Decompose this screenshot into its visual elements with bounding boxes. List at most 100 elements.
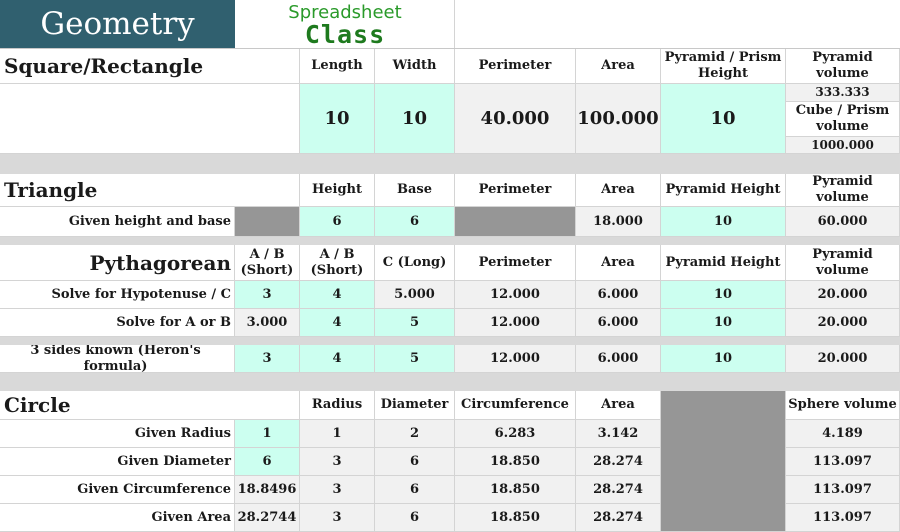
pyth-area-output: 6.000 bbox=[576, 309, 661, 337]
heron-c-input[interactable]: 5 bbox=[375, 345, 455, 373]
pyth-row-label: Solve for Hypotenuse / C bbox=[0, 281, 235, 309]
circle-diameter-output: 6 bbox=[375, 476, 455, 504]
circle-sphere-volume-output: 113.097 bbox=[786, 476, 900, 504]
pyth-a-output: 3.000 bbox=[235, 309, 300, 337]
circle-radius-output: 3 bbox=[300, 448, 375, 476]
square-label-cell bbox=[0, 84, 300, 154]
circle-area-output: 28.274 bbox=[576, 504, 661, 532]
circle-input[interactable]: 1 bbox=[235, 420, 300, 448]
pyth-b-input[interactable]: 4 bbox=[300, 309, 375, 337]
pyth-area-output: 6.000 bbox=[576, 281, 661, 309]
circle-radius-output: 3 bbox=[300, 504, 375, 532]
circle-area-output: 28.274 bbox=[576, 476, 661, 504]
triangle-area-output: 18.000 bbox=[576, 207, 661, 237]
heron-pyramid-volume-output: 20.000 bbox=[786, 345, 900, 373]
sheet-title: Geometry bbox=[0, 0, 235, 48]
separator-band bbox=[0, 373, 900, 391]
circle-circumference-output: 18.850 bbox=[455, 448, 576, 476]
circle-sphere-volume-output: 4.189 bbox=[786, 420, 900, 448]
pyth-row-label: Solve for A or B bbox=[0, 309, 235, 337]
blocked-cell bbox=[455, 207, 576, 237]
header-prism-height: Pyramid / Prism Height bbox=[661, 49, 786, 84]
circle-diameter-output: 6 bbox=[375, 448, 455, 476]
circle-sphere-volume-output: 113.097 bbox=[786, 504, 900, 532]
circle-input[interactable]: 18.8496 bbox=[235, 476, 300, 504]
pyth-c-output: 5.000 bbox=[375, 281, 455, 309]
circle-area-output: 28.274 bbox=[576, 448, 661, 476]
header-pyramid-height: Pyramid Height bbox=[661, 174, 786, 207]
header-width: Width bbox=[375, 49, 455, 84]
blocked-cell bbox=[661, 391, 786, 532]
circle-diameter-output: 6 bbox=[375, 504, 455, 532]
blocked-cell bbox=[235, 207, 300, 237]
header-circumference: Circumference bbox=[455, 391, 576, 420]
circle-area-output: 3.142 bbox=[576, 420, 661, 448]
brand-line-1: Spreadsheet bbox=[288, 2, 402, 23]
spreadsheet: Geometry Spreadsheet Class Square/Rectan… bbox=[0, 0, 900, 532]
circle-circumference-output: 6.283 bbox=[455, 420, 576, 448]
triangle-pyramid-height-input[interactable]: 10 bbox=[661, 207, 786, 237]
pyth-perimeter-output: 12.000 bbox=[455, 281, 576, 309]
separator-band bbox=[0, 154, 900, 174]
circle-radius-output: 3 bbox=[300, 476, 375, 504]
pyth-a-input[interactable]: 3 bbox=[235, 281, 300, 309]
section-title-pythagorean: Pythagorean bbox=[0, 245, 235, 281]
triangle-height-input[interactable]: 6 bbox=[300, 207, 375, 237]
circle-row-label: Given Area bbox=[0, 504, 235, 532]
header-perimeter: Perimeter bbox=[455, 174, 576, 207]
circle-input[interactable]: 6 bbox=[235, 448, 300, 476]
header-area: Area bbox=[576, 245, 661, 281]
header-c: C (Long) bbox=[375, 245, 455, 281]
section-title-circle: Circle bbox=[0, 391, 300, 420]
header-area: Area bbox=[576, 174, 661, 207]
header-cube-volume: Cube / Prism volume bbox=[786, 102, 900, 137]
heron-area-output: 6.000 bbox=[576, 345, 661, 373]
header-length: Length bbox=[300, 49, 375, 84]
pyth-pyramid-height-input[interactable]: 10 bbox=[661, 309, 786, 337]
section-title-square: Square/Rectangle bbox=[0, 49, 300, 84]
square-cube-volume-output: 1000.000 bbox=[786, 137, 900, 154]
header-diameter: Diameter bbox=[375, 391, 455, 420]
heron-a-input[interactable]: 3 bbox=[235, 345, 300, 373]
header-base: Base bbox=[375, 174, 455, 207]
square-area-output: 100.000 bbox=[576, 84, 661, 154]
circle-circumference-output: 18.850 bbox=[455, 504, 576, 532]
triangle-pyramid-volume-output: 60.000 bbox=[786, 207, 900, 237]
brand-line-2: Class bbox=[304, 20, 386, 49]
triangle-base-input[interactable]: 6 bbox=[375, 207, 455, 237]
pyth-c-input[interactable]: 5 bbox=[375, 309, 455, 337]
heron-row-label: 3 sides known (Heron's formula) bbox=[0, 345, 235, 373]
circle-diameter-output: 2 bbox=[375, 420, 455, 448]
header-radius: Radius bbox=[300, 391, 375, 420]
section-title-triangle: Triangle bbox=[0, 174, 300, 207]
header-divider bbox=[454, 0, 455, 48]
header-sphere-volume: Sphere volume bbox=[786, 391, 900, 420]
pyth-b-input[interactable]: 4 bbox=[300, 281, 375, 309]
header-pyramid-volume: Pyramid volume bbox=[786, 245, 900, 281]
square-height-input[interactable]: 10 bbox=[661, 84, 786, 154]
header-area: Area bbox=[576, 49, 661, 84]
circle-radius-output: 1 bbox=[300, 420, 375, 448]
square-perimeter-output: 40.000 bbox=[455, 84, 576, 154]
header-perimeter: Perimeter bbox=[455, 49, 576, 84]
circle-sphere-volume-output: 113.097 bbox=[786, 448, 900, 476]
header-perimeter: Perimeter bbox=[455, 245, 576, 281]
square-length-input[interactable]: 10 bbox=[300, 84, 375, 154]
heron-b-input[interactable]: 4 bbox=[300, 345, 375, 373]
header-height: Height bbox=[300, 174, 375, 207]
header-b: A / B (Short) bbox=[300, 245, 375, 281]
square-width-input[interactable]: 10 bbox=[375, 84, 455, 154]
pyth-perimeter-output: 12.000 bbox=[455, 309, 576, 337]
circle-input[interactable]: 28.2744 bbox=[235, 504, 300, 532]
pyth-pyramid-volume-output: 20.000 bbox=[786, 309, 900, 337]
heron-pyramid-height-input[interactable]: 10 bbox=[661, 345, 786, 373]
pyth-pyramid-volume-output: 20.000 bbox=[786, 281, 900, 309]
circle-row-label: Given Radius bbox=[0, 420, 235, 448]
header-pyramid-volume: Pyramid volume bbox=[786, 49, 900, 84]
header-pyramid-height: Pyramid Height bbox=[661, 245, 786, 281]
heron-perimeter-output: 12.000 bbox=[455, 345, 576, 373]
separator-band bbox=[0, 337, 900, 345]
pyth-pyramid-height-input[interactable]: 10 bbox=[661, 281, 786, 309]
header-a: A / B (Short) bbox=[235, 245, 300, 281]
triangle-row-label: Given height and base bbox=[0, 207, 235, 237]
